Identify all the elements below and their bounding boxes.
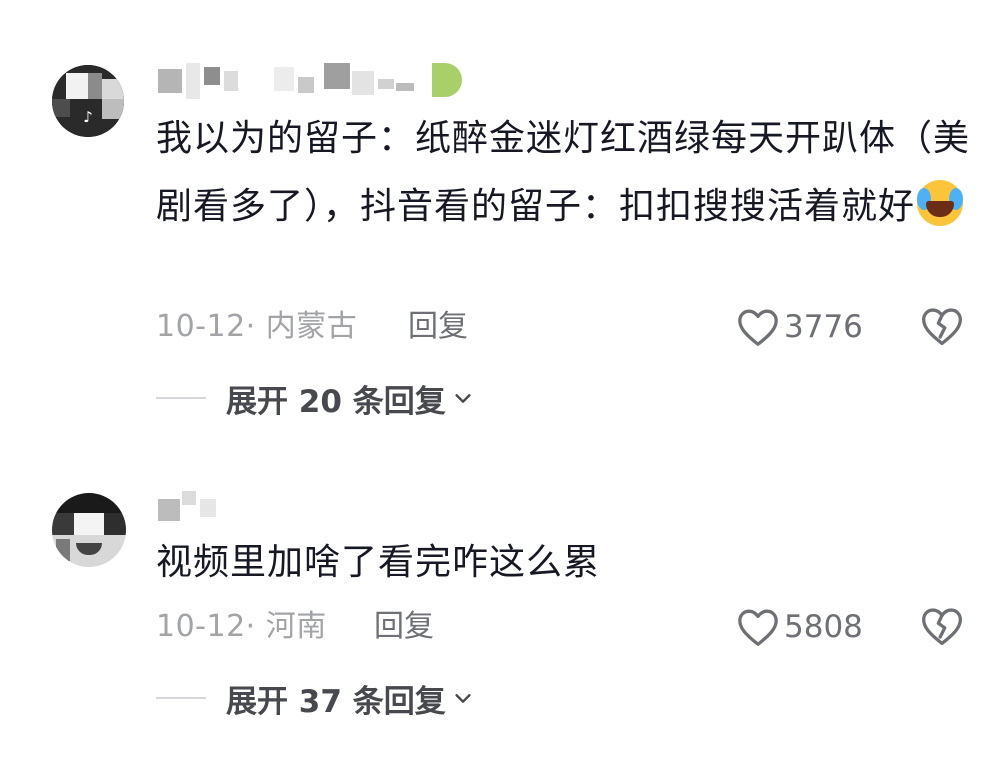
like-count: 3776	[784, 309, 863, 345]
comment-meta: 10-12· 河南 回复 5808	[156, 605, 986, 649]
divider-line	[156, 397, 206, 399]
expand-replies-label: 展开 37 条回复	[226, 683, 446, 720]
date-location: 10-12· 内蒙古	[156, 309, 358, 344]
tiktok-logo-icon: ♪	[83, 108, 93, 126]
date-location: 10-12· 河南	[156, 609, 327, 644]
face-with-tears-of-joy-icon	[917, 180, 964, 226]
like-count: 5808	[784, 609, 863, 645]
expand-replies-button[interactable]: 展开 20 条回复	[226, 375, 474, 421]
expand-replies-label: 展开 20 条回复	[226, 383, 446, 420]
chevron-down-icon	[455, 394, 471, 403]
heart-outline-icon	[738, 309, 778, 346]
divider-line	[156, 697, 206, 699]
expand-replies: 展开 20 条回复	[156, 375, 556, 421]
dislike-button[interactable]	[920, 605, 964, 649]
expand-replies: 展开 37 条回复	[156, 675, 556, 721]
heart-outline-icon	[738, 609, 778, 646]
expand-replies-button[interactable]: 展开 37 条回复	[226, 675, 474, 721]
comment-text: 视频里加啥了看完咋这么累	[156, 542, 601, 583]
reply-button[interactable]: 回复	[408, 305, 468, 349]
username-redacted[interactable]	[156, 55, 486, 105]
avatar[interactable]	[52, 493, 126, 567]
broken-heart-icon	[922, 308, 962, 346]
like-button[interactable]: 5808	[736, 605, 863, 649]
reply-button[interactable]: 回复	[374, 605, 434, 649]
chevron-down-icon	[455, 694, 471, 703]
dislike-button[interactable]	[920, 305, 964, 349]
username-redacted[interactable]	[156, 485, 486, 535]
like-button[interactable]: 3776	[736, 305, 863, 349]
avatar[interactable]: ♪	[52, 65, 124, 137]
comment-text: 我以为的留子：纸醉金迷灯红酒绿每天开趴体（美剧看多了），抖音看的留子：扣扣搜搜活…	[156, 118, 971, 227]
broken-heart-icon	[922, 608, 962, 646]
comment-meta: 10-12· 内蒙古 回复 3776	[156, 305, 986, 349]
